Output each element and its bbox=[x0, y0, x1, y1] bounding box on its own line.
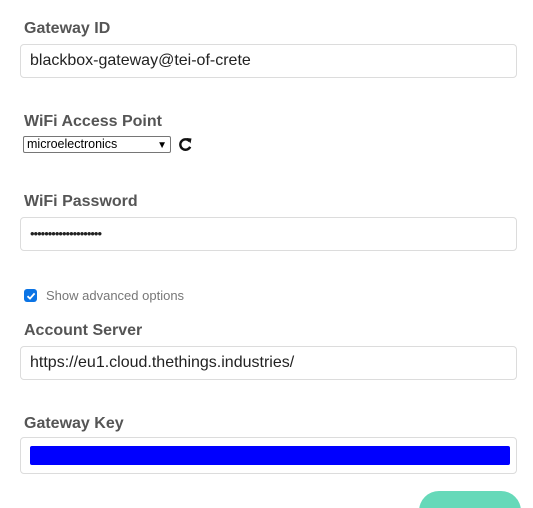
gateway-id-input[interactable]: blackbox-gateway@tei-of-crete bbox=[20, 44, 517, 78]
wifi-access-point-select[interactable]: microelectronics ▼ bbox=[23, 136, 171, 153]
wifi-password-label: WiFi Password bbox=[24, 193, 138, 210]
gateway-id-label: Gateway ID bbox=[24, 20, 111, 37]
wifi-access-point-label: WiFi Access Point bbox=[24, 113, 162, 130]
account-server-input[interactable]: https://eu1.cloud.thethings.industries/ bbox=[20, 346, 517, 380]
gateway-key-label: Gateway Key bbox=[24, 415, 124, 432]
check-icon bbox=[26, 292, 35, 300]
refresh-icon[interactable] bbox=[178, 137, 192, 153]
account-server-label: Account Server bbox=[24, 322, 143, 339]
gateway-key-redacted-value bbox=[30, 446, 510, 465]
wifi-access-point-selected: microelectronics bbox=[27, 137, 118, 151]
gateway-key-input[interactable] bbox=[20, 437, 517, 474]
gateway-config-form: Gateway ID blackbox-gateway@tei-of-crete… bbox=[0, 0, 533, 508]
wifi-access-point-row: microelectronics ▼ bbox=[23, 136, 192, 153]
advanced-options-label[interactable]: Show advanced options bbox=[46, 288, 184, 303]
chevron-down-icon: ▼ bbox=[157, 140, 167, 151]
submit-button[interactable] bbox=[419, 491, 521, 508]
advanced-options-checkbox[interactable] bbox=[24, 289, 37, 302]
advanced-options-row: Show advanced options bbox=[24, 288, 184, 303]
wifi-password-input[interactable]: •••••••••••••••••••• bbox=[20, 217, 517, 251]
